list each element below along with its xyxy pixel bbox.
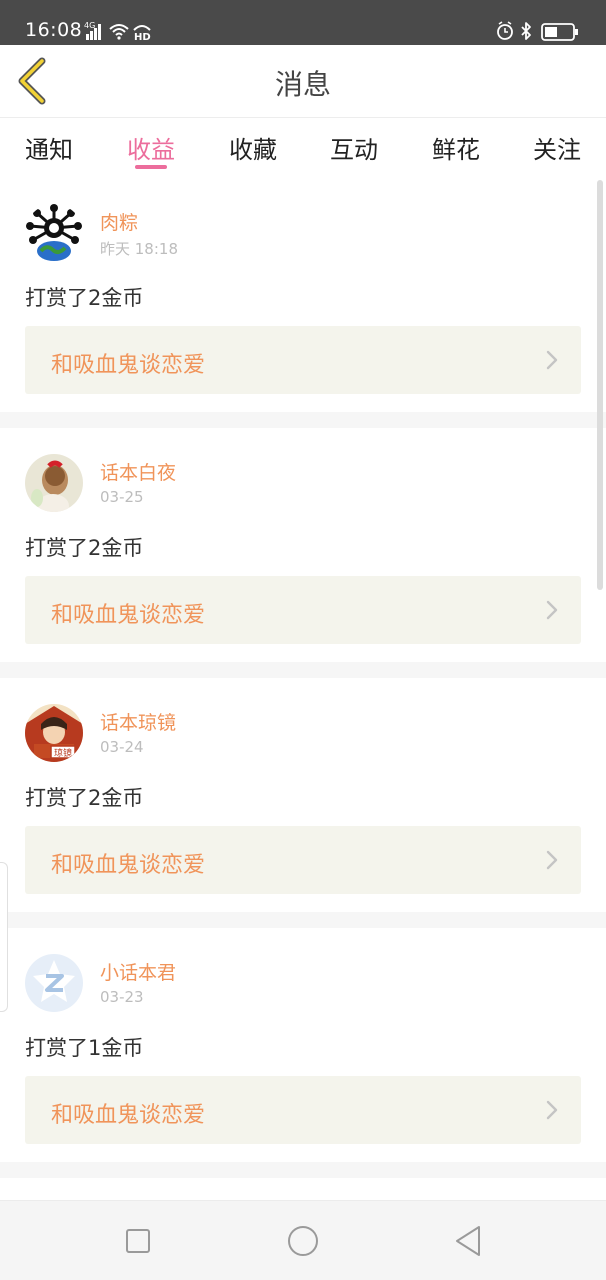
page-title: 消息 bbox=[274, 68, 331, 101]
chevron-right-icon bbox=[546, 1100, 558, 1120]
book-title: 和吸血鬼谈恋爱 bbox=[51, 353, 206, 378]
costume-character-avatar-icon: 琼镜 bbox=[25, 704, 83, 762]
scrollbar[interactable] bbox=[597, 180, 603, 590]
card-divider bbox=[0, 412, 606, 428]
book-link[interactable]: 和吸血鬼谈恋爱 bbox=[25, 326, 581, 394]
triangle-left-icon bbox=[456, 1226, 480, 1256]
tab-favorites[interactable]: 收藏 bbox=[229, 130, 277, 165]
network-type-label: 4G bbox=[84, 21, 95, 30]
avatar[interactable] bbox=[25, 954, 83, 1012]
action-text: 打赏了2金币 bbox=[25, 786, 144, 810]
status-left-icons: 4G HD bbox=[84, 20, 156, 43]
message-time: 03-23 bbox=[100, 988, 144, 1006]
tab-following[interactable]: 关注 bbox=[533, 130, 581, 165]
user-name[interactable]: 小话本君 bbox=[100, 958, 176, 985]
message-time: 昨天 18:18 bbox=[100, 240, 178, 258]
status-bar: 16:08 4G HD bbox=[0, 0, 606, 45]
chevron-right-icon bbox=[546, 850, 558, 870]
status-time: 16:08 bbox=[25, 19, 83, 41]
active-tab-indicator bbox=[135, 165, 167, 169]
message-card: 话本白夜 03-25 打赏了2金币 和吸血鬼谈恋爱 bbox=[0, 428, 606, 662]
tab-interactions[interactable]: 互动 bbox=[330, 130, 378, 165]
system-nav-bar bbox=[0, 1200, 606, 1280]
recents-button[interactable] bbox=[118, 1221, 158, 1261]
default-z-avatar-icon bbox=[25, 954, 83, 1012]
card-divider bbox=[0, 912, 606, 928]
book-link[interactable]: 和吸血鬼谈恋爱 bbox=[25, 1076, 581, 1144]
circle-icon bbox=[288, 1226, 318, 1256]
action-text: 打赏了2金币 bbox=[25, 286, 144, 310]
avatar[interactable] bbox=[25, 204, 83, 262]
signal-icon: 4G HD bbox=[84, 21, 151, 43]
virus-globe-avatar-icon bbox=[25, 204, 83, 262]
girl-photo-avatar-icon bbox=[25, 454, 83, 512]
edge-swipe-handle[interactable] bbox=[0, 862, 8, 1012]
header-bar: 消息 bbox=[0, 45, 606, 118]
user-name[interactable]: 肉粽 bbox=[100, 208, 138, 235]
chevron-right-icon bbox=[546, 350, 558, 370]
card-divider bbox=[0, 662, 606, 678]
book-link[interactable]: 和吸血鬼谈恋爱 bbox=[25, 576, 581, 644]
book-link[interactable]: 和吸血鬼谈恋爱 bbox=[25, 826, 581, 894]
message-card: 小话本君 03-23 打赏了1金币 和吸血鬼谈恋爱 bbox=[0, 928, 606, 1162]
message-card: 肉粽 昨天 18:18 打赏了2金币 和吸血鬼谈恋爱 bbox=[0, 178, 606, 412]
tab-earnings[interactable]: 收益 bbox=[127, 130, 175, 165]
back-nav-button[interactable] bbox=[449, 1221, 489, 1261]
avatar[interactable] bbox=[25, 454, 83, 512]
message-time: 03-24 bbox=[100, 738, 144, 756]
hd-label: HD bbox=[134, 32, 151, 42]
user-name[interactable]: 话本白夜 bbox=[100, 458, 176, 485]
book-title: 和吸血鬼谈恋爱 bbox=[51, 1103, 206, 1128]
user-name[interactable]: 话本琼镜 bbox=[100, 708, 176, 735]
home-button[interactable] bbox=[283, 1221, 323, 1261]
chevron-right-icon bbox=[546, 600, 558, 620]
message-card: 琼镜 话本琼镜 03-24 打赏了2金币 和吸血鬼谈恋爱 bbox=[0, 678, 606, 912]
tab-flowers[interactable]: 鲜花 bbox=[432, 130, 480, 165]
avatar[interactable]: 琼镜 bbox=[25, 704, 83, 762]
card-divider bbox=[0, 1162, 606, 1178]
status-right-icons bbox=[496, 20, 580, 42]
square-icon bbox=[126, 1229, 150, 1253]
action-text: 打赏了2金币 bbox=[25, 536, 144, 560]
alarm-bluetooth-battery-icons bbox=[497, 21, 578, 41]
action-text: 打赏了1金币 bbox=[25, 1036, 144, 1060]
book-title: 和吸血鬼谈恋爱 bbox=[51, 853, 206, 878]
tab-notifications[interactable]: 通知 bbox=[25, 130, 73, 165]
tab-bar: 通知 收益 收藏 互动 鲜花 关注 bbox=[0, 118, 606, 178]
message-time: 03-25 bbox=[100, 488, 144, 506]
avatar-text: 琼镜 bbox=[54, 747, 72, 759]
book-title: 和吸血鬼谈恋爱 bbox=[51, 603, 206, 628]
message-feed[interactable]: 肉粽 昨天 18:18 打赏了2金币 和吸血鬼谈恋爱 话本白夜 03-25 打赏… bbox=[0, 178, 606, 1198]
